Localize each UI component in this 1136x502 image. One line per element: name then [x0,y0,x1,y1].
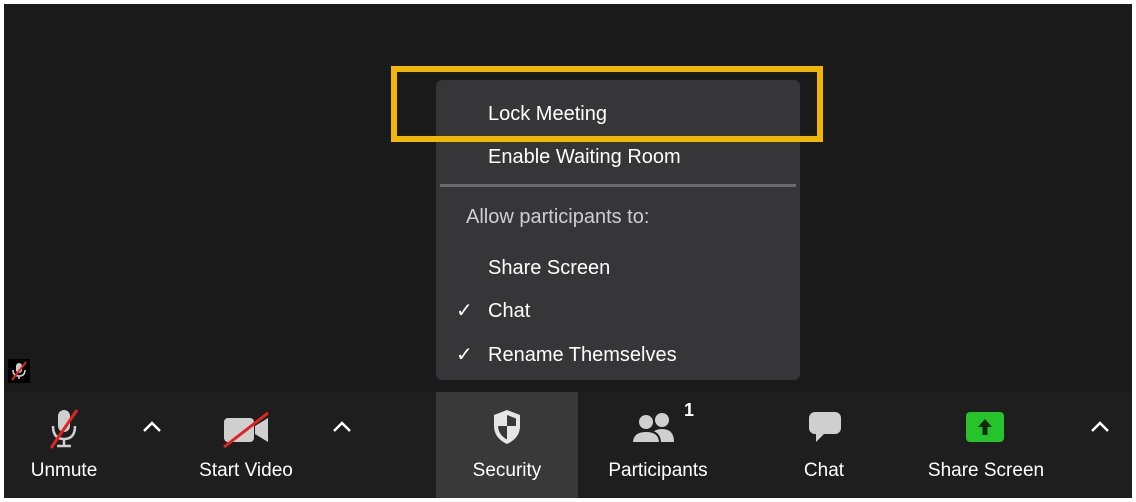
checkmark-icon: ✓ [456,344,473,366]
video-options-chevron-up-icon[interactable] [328,414,356,438]
unmute-label: Unmute [30,460,98,481]
participant-count-badge: 1 [684,400,695,420]
participants-button[interactable]: 1 Participants [588,392,728,498]
muted-mic-indicator-icon [8,359,30,383]
start-video-label: Start Video [199,460,293,481]
share-options-chevron-up-icon[interactable] [1086,414,1114,438]
security-button[interactable]: Security [436,392,578,498]
video-area: Lock Meeting Enable Waiting Room Allow p… [4,4,1132,392]
shield-icon [491,408,523,451]
allow-share-screen-label: Share Screen [488,257,611,279]
menu-divider [440,184,796,187]
menu-item-enable-waiting-room[interactable]: Enable Waiting Room [436,139,800,175]
allow-chat-label: Chat [488,300,531,322]
share-screen-arrow-icon [966,412,1004,447]
menu-item-allow-share-screen[interactable]: Share Screen [436,250,800,286]
menu-item-lock-meeting[interactable]: Lock Meeting [436,96,800,132]
menu-item-allow-chat[interactable]: ✓ Chat [436,293,800,329]
security-menu: Lock Meeting Enable Waiting Room Allow p… [436,80,800,380]
meeting-toolbar: Unmute Start Video Security 1 Participan… [4,392,1132,498]
allow-participants-heading: Allow participants to: [466,206,650,228]
chat-label: Chat [803,460,845,481]
share-screen-label: Share Screen [927,460,1045,481]
unmute-button[interactable]: Unmute [14,392,114,498]
chat-button[interactable]: Chat [788,392,860,498]
audio-options-chevron-up-icon[interactable] [138,414,166,438]
allow-rename-themselves-label: Rename Themselves [488,344,677,366]
checkmark-icon: ✓ [456,300,473,322]
share-screen-button[interactable]: Share Screen [912,392,1060,498]
enable-waiting-room-label: Enable Waiting Room [488,146,681,168]
start-video-button[interactable]: Start Video [176,392,316,498]
microphone-muted-icon [49,408,79,455]
menu-item-allow-rename-themselves[interactable]: ✓ Rename Themselves [436,337,800,373]
lock-meeting-label: Lock Meeting [488,103,607,125]
security-label: Security [472,460,542,481]
participants-label: Participants [608,460,708,481]
chat-bubble-icon [808,410,842,449]
people-icon [630,410,678,449]
meeting-window: Lock Meeting Enable Waiting Room Allow p… [4,4,1132,498]
video-camera-off-icon [222,411,272,453]
